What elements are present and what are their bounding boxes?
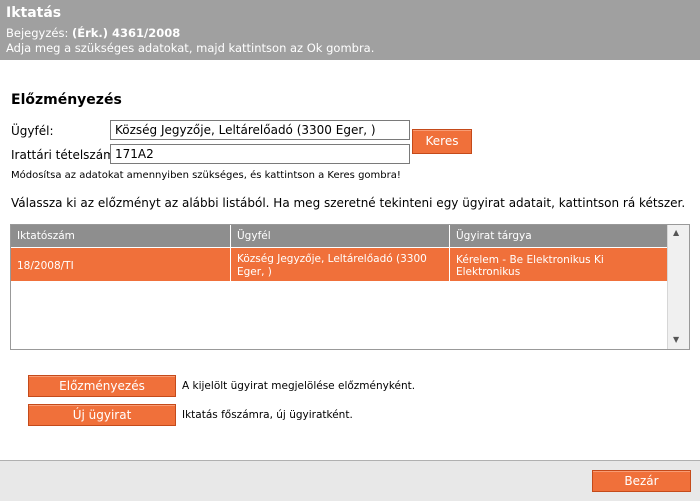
- cell-client: Község Jegyzője, Leltárelőadó (3300 Eger…: [231, 248, 450, 281]
- scroll-up-icon[interactable]: ▲: [673, 228, 679, 237]
- client-label: Ügyfél:: [11, 124, 54, 138]
- table-row[interactable]: 18/2008/TI Község Jegyzője, Leltárelőadó…: [11, 248, 668, 281]
- hint-text: Módosítsa az adatokat amennyiben szükség…: [11, 170, 401, 181]
- close-button[interactable]: Bezár: [592, 470, 691, 492]
- table-header: Iktatószám Ügyfél Ügyirat tárgya: [11, 225, 668, 247]
- column-header-subject[interactable]: Ügyirat tárgya: [450, 225, 668, 247]
- precedent-table[interactable]: Iktatószám Ügyfél Ügyirat tárgya 18/2008…: [10, 224, 690, 350]
- window-title: Iktatás: [6, 5, 62, 21]
- scroll-down-icon[interactable]: ▼: [673, 335, 679, 344]
- entry-label: Bejegyzés:: [6, 26, 69, 40]
- cell-subject: Kérelem - Be Elektronikus Ki Elektroniku…: [450, 248, 668, 281]
- column-header-client[interactable]: Ügyfél: [231, 225, 450, 247]
- new-case-button[interactable]: Új ügyirat: [28, 404, 176, 426]
- cell-number: 18/2008/TI: [11, 248, 231, 281]
- precedent-button[interactable]: Előzményezés: [28, 375, 176, 397]
- entry-line: Bejegyzés: (Érk.) 4361/2008: [6, 26, 180, 40]
- footer-bar: Bezár: [0, 460, 700, 501]
- precedent-description: A kijelölt ügyirat megjelölése előzményk…: [182, 380, 416, 392]
- item-number-field[interactable]: 171A2: [110, 144, 410, 164]
- list-instruction: Válassza ki az előzményt az alábbi listá…: [11, 196, 686, 210]
- entry-value: (Érk.) 4361/2008: [71, 26, 181, 40]
- header-instruction: Adja meg a szükséges adatokat, majd katt…: [6, 41, 375, 55]
- table-scrollbar[interactable]: ▲ ▼: [667, 225, 689, 349]
- new-case-description: Iktatás főszámra, új ügyiratként.: [182, 409, 353, 421]
- search-button[interactable]: Keres: [412, 129, 472, 154]
- column-header-number[interactable]: Iktatószám: [11, 225, 231, 247]
- client-field[interactable]: Község Jegyzője, Leltárelőadó (3300 Eger…: [110, 120, 410, 140]
- header-bar: Iktatás Bejegyzés: (Érk.) 4361/2008 Adja…: [0, 0, 700, 60]
- section-title: Előzményezés: [11, 92, 122, 108]
- item-number-label: Irattári tételszám:: [11, 148, 119, 162]
